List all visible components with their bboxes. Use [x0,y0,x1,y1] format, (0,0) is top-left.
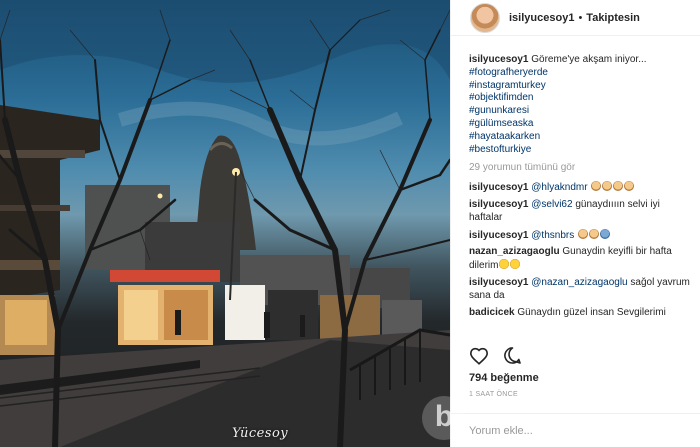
add-comment-bar [451,413,700,447]
comment-mention[interactable]: @thsnbrs [531,230,574,241]
view-all-comments-link[interactable]: 29 yorumun tümünü gör [469,162,694,175]
comment: isilyucesoy1 @nazan_azizagaoglu sağol ya… [469,277,694,303]
comment-mention[interactable]: @hlyakndmr [531,182,587,193]
caption: isilyucesoy1 Göreme'ye akşam iniyor... #… [469,54,694,156]
hashtag-link[interactable]: #gülümseaska [469,118,694,131]
hashtag-link[interactable]: #gununkaresi [469,105,694,118]
emoji-smile-icon [510,259,521,270]
comment: isilyucesoy1 @selvi62 günaydıııın selvi … [469,199,694,225]
post-timestamp: 1 SAAT ÖNCE [469,391,518,398]
hashtag-link[interactable]: #bestofturkiye [469,144,694,157]
post-actions [469,346,522,365]
site-badge-logo: b [422,396,466,440]
emoji-smile-icon [499,259,510,270]
post-photo[interactable]: Yücesoy [0,0,450,447]
hashtag-link[interactable]: #instagramturkey [469,80,694,93]
emoji-face-icon [589,228,599,239]
comment-username[interactable]: isilyucesoy1 [469,230,528,241]
comment-username[interactable]: badicicek [469,307,515,318]
comment: badicicek Günaydın güzel insan Sevgileri… [469,307,694,320]
emoji-face-icon [591,181,602,192]
likes-count[interactable]: 794 beğenme [469,372,539,384]
header-username[interactable]: isilyucesoy1 [509,12,574,24]
avatar[interactable] [470,2,500,33]
following-button[interactable]: Takiptesin [586,12,640,24]
comment: isilyucesoy1 @thsnbrs [469,228,694,243]
comment: isilyucesoy1 @hlyakndmr [469,181,694,195]
comment-username[interactable]: isilyucesoy1 [469,182,528,193]
emoji-face-icon [578,228,588,239]
hashtag-link[interactable]: #hayataakarken [469,131,694,144]
hashtag-link[interactable]: #fotografheryerde [469,67,694,80]
comment-text: Günaydın güzel insan Sevgilerimi [517,306,666,318]
emoji-face-icon [613,181,624,192]
post-side-panel: isilyucesoy1 • Takiptesin isilyucesoy1 G… [450,0,700,447]
comment-username[interactable]: isilyucesoy1 [469,199,528,210]
comment-mention[interactable]: @nazan_azizagaoglu [531,277,627,288]
emoji-face-icon [624,181,635,192]
hashtag-link[interactable]: #objektifimden [469,92,694,105]
comment-bubble-icon[interactable] [503,346,522,365]
heart-icon[interactable] [469,347,489,365]
comment: nazan_azizagaoglu Gunaydin keyifli bir h… [469,246,694,273]
photo-watermark: Yücesoy [232,426,289,441]
comments-list: isilyucesoy1 Göreme'ye akşam iniyor... #… [469,54,694,323]
header-separator: • [578,11,583,24]
emoji-face-icon [602,181,613,192]
instagram-post: Yücesoy isilyucesoy1 • Takiptesin isilyu… [0,0,700,447]
comment-username[interactable]: isilyucesoy1 [469,277,528,288]
emoji-hands-icon [600,228,610,239]
comment-username[interactable]: nazan_azizagaoglu [469,246,560,257]
caption-username[interactable]: isilyucesoy1 [469,54,528,65]
post-header: isilyucesoy1 • Takiptesin [451,0,700,36]
comment-input[interactable] [469,424,669,437]
photo-scene [0,0,450,447]
caption-text: Göreme'ye akşam iniyor... [531,54,647,65]
comment-mention[interactable]: @selvi62 [531,199,572,210]
